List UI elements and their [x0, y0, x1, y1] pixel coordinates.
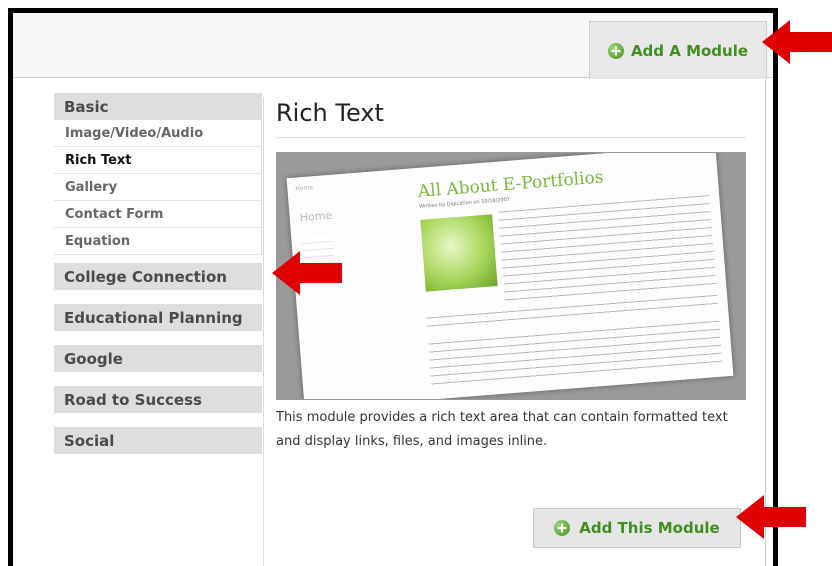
preview-page: Home Home All About E-Portfolios Written… — [286, 153, 734, 399]
module-detail: Rich Text Home Home All About E-Portfoli… — [276, 99, 746, 454]
category-social[interactable]: Social — [54, 427, 262, 454]
preview-text-lines — [427, 316, 723, 388]
column-divider — [263, 97, 264, 566]
add-a-module-label: Add A Module — [630, 41, 749, 60]
preview-crumb: Home — [295, 184, 314, 193]
sidebar-item-contact-form[interactable]: Contact Form — [54, 201, 261, 228]
add-this-module-label: Add This Module — [579, 519, 720, 537]
preview-text-lines — [497, 191, 717, 304]
screenshot-frame: Add A Module Basic Image/Video/Audio Ric… — [8, 8, 778, 566]
category-basic[interactable]: Basic — [54, 93, 262, 120]
module-panel: Basic Image/Video/Audio Rich Text Galler… — [13, 79, 773, 566]
panel-border — [765, 79, 766, 566]
callout-arrow-left-icon — [272, 251, 342, 295]
category-road-to-success[interactable]: Road to Success — [54, 386, 262, 413]
preview-leaf-image — [420, 214, 498, 292]
category-educational-planning[interactable]: Educational Planning — [54, 304, 262, 331]
category-google[interactable]: Google — [54, 345, 262, 372]
basic-subitems: Image/Video/Audio Rich Text Gallery Cont… — [54, 120, 262, 255]
preview-home-label: Home — [299, 208, 333, 225]
add-this-module-button[interactable]: Add This Module — [533, 508, 741, 548]
sidebar-item-image-video-audio[interactable]: Image/Video/Audio — [54, 120, 261, 147]
module-preview-image: Home Home All About E-Portfolios Written… — [276, 152, 746, 400]
plus-circle-icon — [607, 42, 624, 59]
sidebar-item-equation[interactable]: Equation — [54, 228, 261, 255]
category-college-connection[interactable]: College Connection — [54, 263, 262, 290]
plus-circle-icon — [554, 520, 571, 536]
module-description: This module provides a rich text area th… — [276, 410, 728, 449]
sidebar-item-gallery[interactable]: Gallery — [54, 174, 261, 201]
module-category-sidebar: Basic Image/Video/Audio Rich Text Galler… — [54, 93, 262, 468]
preview-doc-title: All About E-Portfolios — [417, 167, 605, 202]
sidebar-item-rich-text[interactable]: Rich Text — [54, 147, 261, 174]
add-a-module-tab[interactable]: Add A Module — [589, 21, 767, 79]
callout-arrow-left-icon — [736, 495, 806, 539]
page-title: Rich Text — [276, 99, 746, 138]
top-bar: Add A Module — [13, 13, 773, 79]
callout-arrow-left-icon — [762, 20, 832, 64]
